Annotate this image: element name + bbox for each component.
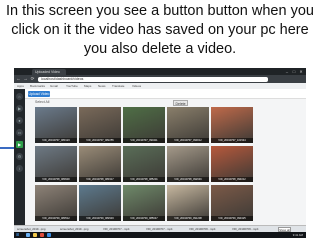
minimize-icon[interactable]: –: [284, 69, 290, 74]
folder-icon[interactable]: [33, 233, 37, 237]
screenshot: Uploaded Video – □ ✕ ← → ⟳ localhost/das…: [14, 68, 306, 238]
video-thumbnail[interactable]: VID_20190707_082255: [79, 107, 121, 143]
back-icon[interactable]: ←: [16, 76, 21, 82]
windows-start-icon[interactable]: ⊞: [16, 233, 20, 237]
word-icon[interactable]: [47, 233, 51, 237]
video-title: VID_20190707_082255: [79, 138, 121, 143]
user-icon[interactable]: ●: [16, 117, 23, 124]
video-title: VID_20190709_085647: [123, 216, 165, 221]
video-thumbnail[interactable]: VID_20190707_090411: [123, 107, 165, 143]
folder-icon[interactable]: ▭: [16, 129, 23, 136]
video-thumbnail[interactable]: VID_20190709_091208: [167, 185, 209, 221]
windows-taskbar: ⊞ 9:41 AM: [14, 232, 306, 238]
video-thumbnail[interactable]: VID_20190709_082933: [79, 185, 121, 221]
video-title: VID_20190708_083317: [79, 177, 121, 182]
video-thumbnail[interactable]: VID_20190709_080512: [35, 185, 77, 221]
main-content: Upload Video Select All Delete VID_20190…: [25, 89, 306, 225]
video-title: VID_20190707_080123: [35, 138, 77, 143]
video-title: VID_20190709_093425: [211, 216, 253, 221]
reload-icon[interactable]: ⟳: [30, 76, 35, 82]
search-icon[interactable]: [26, 233, 30, 237]
video-grid: VID_20190707_080123 VID_20190707_082255 VI…: [35, 107, 255, 223]
video-thumbnail[interactable]: VID_20190708_085201: [123, 146, 165, 182]
taskbar-clock: 9:41 AM: [292, 233, 303, 237]
video-thumbnail[interactable]: VID_20190709_085647: [123, 185, 165, 221]
home-icon[interactable]: ⌂: [16, 93, 23, 100]
caption-text: In this screen you see a button button w…: [6, 3, 314, 57]
upload-icon[interactable]: ▶: [16, 141, 23, 148]
select-all-label[interactable]: Select All: [35, 100, 49, 105]
browser-titlebar: Uploaded Video – □ ✕: [14, 68, 306, 75]
video-title: VID_20190709_091208: [167, 216, 209, 221]
video-toolbar: Select All Delete: [25, 99, 306, 106]
settings-icon[interactable]: ⚙: [16, 153, 23, 160]
video-thumbnail[interactable]: VID_20190708_092646: [167, 146, 209, 182]
video-title: VID_20190707_093012: [167, 138, 209, 143]
video-title: VID_20190708_080930: [35, 177, 77, 182]
maximize-icon[interactable]: □: [291, 69, 297, 74]
video-thumbnail[interactable]: VID_20190707_101544: [211, 107, 253, 143]
video-title: VID_20190707_101544: [211, 138, 253, 143]
delete-button[interactable]: Delete: [173, 99, 188, 106]
video-title: VID_20190708_092646: [167, 177, 209, 182]
video-icon[interactable]: ▶: [16, 105, 23, 112]
video-thumbnail[interactable]: VID_20190708_083317: [79, 146, 121, 182]
video-thumbnail[interactable]: VID_20190707_080123: [35, 107, 77, 143]
video-title: VID_20190708_085201: [123, 177, 165, 182]
app-header: Upload Video: [25, 89, 306, 99]
video-thumbnail[interactable]: VID_20190708_094012: [211, 146, 253, 182]
video-title: VID_20190707_090411: [123, 138, 165, 143]
upload-video-button[interactable]: Upload Video: [28, 90, 50, 97]
video-title: VID_20190709_080512: [35, 216, 77, 221]
forward-icon[interactable]: →: [23, 76, 28, 82]
video-thumbnail[interactable]: VID_20190708_080930: [35, 146, 77, 182]
close-icon[interactable]: ✕: [298, 69, 304, 74]
url-input[interactable]: localhost/dashboard/videos: [38, 76, 268, 82]
video-thumbnail[interactable]: VID_20190709_093425: [211, 185, 253, 221]
browser-icon[interactable]: [40, 233, 44, 237]
video-title: VID_20190708_094012: [211, 177, 253, 182]
info-icon[interactable]: i: [16, 165, 23, 172]
video-thumbnail[interactable]: VID_20190707_093012: [167, 107, 209, 143]
address-bar: ← → ⟳ localhost/dashboard/videos: [14, 75, 306, 83]
app-sidebar: ⌂ ▶ ● ▭ ▶ ⚙ i: [14, 89, 25, 225]
video-title: VID_20190709_082933: [79, 216, 121, 221]
